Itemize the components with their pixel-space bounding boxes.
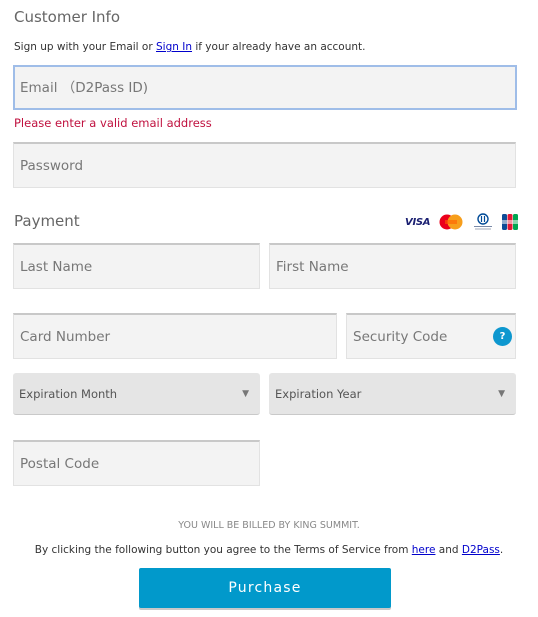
card-brands: VISA — [405, 213, 519, 231]
security-code-help-icon[interactable]: ? — [493, 327, 512, 346]
expiration-year-select[interactable]: Expiration Year ▼ — [269, 373, 516, 415]
security-code-input[interactable] — [347, 315, 515, 358]
terms-text-middle: and — [435, 544, 462, 556]
terms-text: By clicking the following button you agr… — [34, 544, 412, 556]
payment-title: Payment — [14, 212, 80, 230]
expiration-month-label: Expiration Month — [19, 386, 118, 401]
last-name-input[interactable] — [14, 245, 259, 288]
first-name-input[interactable] — [270, 245, 515, 288]
email-error-message: Please enter a valid email address — [14, 116, 212, 130]
card-number-input[interactable] — [14, 315, 336, 358]
purchase-button[interactable]: Purchase — [139, 568, 391, 608]
sign-in-link[interactable]: Sign In — [156, 41, 192, 53]
password-field-container — [13, 142, 516, 188]
customer-info-title: Customer Info — [14, 8, 121, 26]
expiration-month-select[interactable]: Expiration Month ▼ — [13, 373, 260, 415]
chevron-down-icon: ▼ — [242, 388, 249, 399]
email-input[interactable] — [15, 67, 515, 108]
terms-d2pass-link[interactable]: D2Pass — [462, 544, 500, 556]
terms-text-end: . — [499, 544, 504, 556]
chevron-down-icon: ▼ — [498, 388, 505, 399]
signup-intro-text: Sign up with your Email or — [14, 41, 157, 53]
postal-code-input[interactable] — [14, 442, 259, 485]
card-number-field-container — [13, 313, 337, 359]
diners-club-logo-icon — [474, 213, 493, 230]
billed-by-notice: YOU WILL BE BILLED BY KING SUMMIT. — [178, 520, 360, 531]
terms-notice: By clicking the following button you agr… — [0, 544, 538, 556]
last-name-field-container — [13, 243, 260, 289]
email-field-container — [13, 65, 517, 110]
password-input[interactable] — [14, 144, 515, 187]
expiration-year-label: Expiration Year — [275, 386, 362, 401]
signup-intro: Sign up with your Email or Sign In if yo… — [14, 41, 366, 53]
mastercard-logo-icon — [439, 214, 463, 230]
jcb-logo-icon — [502, 214, 519, 230]
visa-logo-icon: VISA — [405, 216, 431, 228]
terms-here-link[interactable]: here — [412, 544, 436, 556]
security-code-field-container — [346, 313, 516, 359]
signup-intro-text-after: if your already have an account. — [192, 41, 366, 53]
postal-code-field-container — [13, 440, 260, 486]
first-name-field-container — [269, 243, 516, 289]
